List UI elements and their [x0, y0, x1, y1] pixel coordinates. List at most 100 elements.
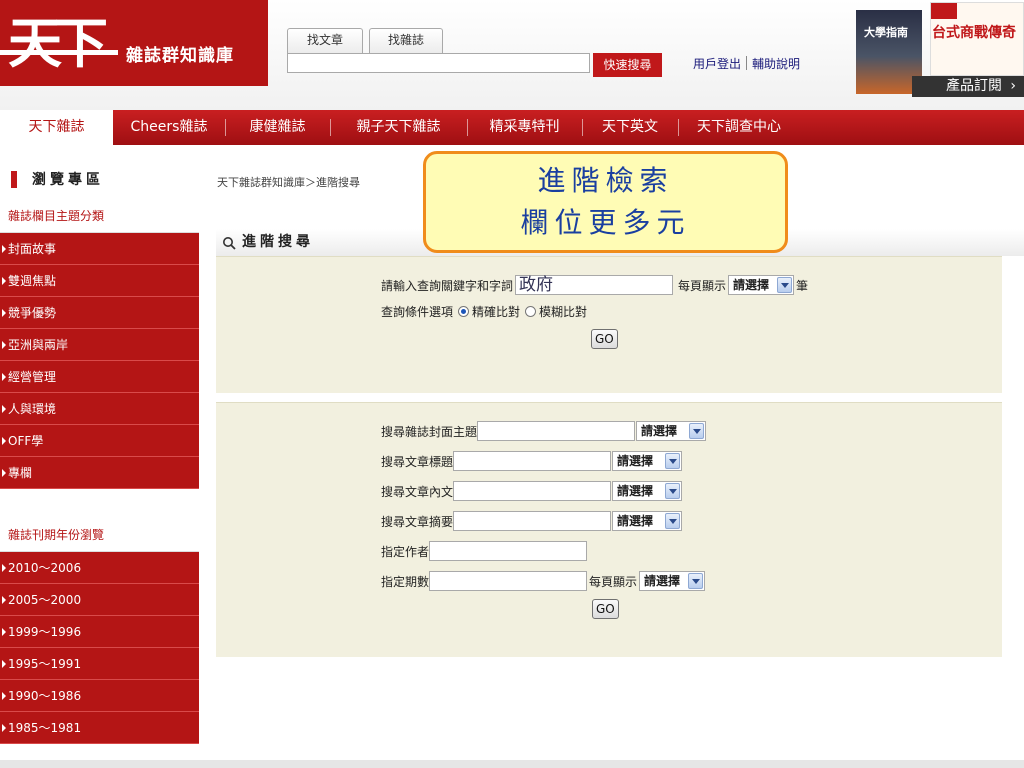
nav-item-survey[interactable]: 天下調查中心: [678, 110, 800, 145]
tab-find-article[interactable]: 找文章: [287, 28, 363, 53]
user-links: 用戶登出 輔助說明: [693, 56, 800, 72]
article-title-label: 搜尋文章標題: [381, 454, 454, 469]
nav-item-english[interactable]: 天下英文: [582, 110, 678, 145]
chevron-down-icon: [777, 277, 793, 293]
per-page-select-value: 請選擇: [644, 574, 681, 588]
fuzzy-match-label: 模糊比對: [539, 305, 588, 319]
article-summary-row: 搜尋文章摘要 請選擇: [381, 511, 683, 531]
per-page-label: 每頁顯示: [589, 574, 638, 589]
article-title-input[interactable]: [453, 451, 612, 471]
nav-item-special[interactable]: 精采專特刊: [467, 110, 582, 145]
condition-label: 查詢條件選項: [381, 305, 454, 319]
keyword-label: 請輸入查詢關鍵字和字詞: [381, 278, 514, 293]
article-body-select[interactable]: 請選擇: [612, 481, 683, 501]
nav-item-cheers[interactable]: Cheers雜誌: [113, 110, 225, 145]
article-summary-input[interactable]: [453, 511, 612, 531]
exact-match-label: 精確比對: [472, 305, 521, 319]
per-page-select[interactable]: 請選擇: [728, 275, 795, 295]
cover-topic-row: 搜尋雜誌封面主題 請選擇: [381, 421, 707, 441]
per-page-select[interactable]: 請選擇: [639, 571, 706, 591]
article-summary-label: 搜尋文章摘要: [381, 514, 454, 529]
per-page-unit: 筆: [796, 278, 809, 293]
sidebar-section-years: 雜誌刊期年份瀏覽: [0, 519, 199, 552]
chevron-down-icon: [665, 483, 681, 499]
promo-banner[interactable]: 大學指南 台式商戰傳奇 產品訂閱: [852, 0, 1024, 97]
article-body-select-value: 請選擇: [617, 484, 654, 498]
article-summary-select[interactable]: 請選擇: [612, 511, 683, 531]
sidebar-item-people-environment[interactable]: 人與環境: [0, 393, 199, 425]
sidebar-item-year-range[interactable]: 1990～1986: [0, 680, 199, 712]
field-search-panel: 搜尋雜誌封面主題 請選擇 搜尋文章標題 請選擇 搜尋文章內文 請選擇 搜尋文章摘…: [216, 402, 1002, 657]
author-input[interactable]: [429, 541, 588, 561]
go-row: GO: [592, 599, 619, 619]
footer-divider: [0, 760, 1024, 768]
cover-topic-select[interactable]: 請選擇: [636, 421, 707, 441]
link-divider: [746, 56, 748, 70]
chevron-down-icon: [689, 423, 705, 439]
sidebar-item-year-range[interactable]: 2005～2000: [0, 584, 199, 616]
search-input[interactable]: [287, 53, 590, 73]
callout-line: 進階檢索: [537, 164, 674, 197]
nav-item-parenting[interactable]: 親子天下雜誌: [330, 110, 467, 145]
cover-topic-select-value: 請選擇: [641, 424, 678, 438]
issue-input[interactable]: [429, 571, 588, 591]
article-title-row: 搜尋文章標題 請選擇: [381, 451, 683, 471]
main-nav: 天下雜誌 Cheers雜誌 康健雜誌 親子天下雜誌 精采專特刊 天下英文 天下調…: [0, 110, 1024, 145]
sidebar-section-topics: 雜誌欄目主題分類: [0, 200, 199, 233]
exact-match-radio[interactable]: [458, 306, 470, 317]
author-label: 指定作者: [381, 544, 430, 559]
sidebar-item-asia-cross-strait[interactable]: 亞洲與兩岸: [0, 329, 199, 361]
nav-item-health[interactable]: 康健雜誌: [225, 110, 330, 145]
search-icon: [223, 237, 236, 250]
sidebar-item-management[interactable]: 經營管理: [0, 361, 199, 393]
site-logo[interactable]: 天下 雜誌群知識庫: [0, 0, 268, 86]
tab-find-magazine[interactable]: 找雜誌: [369, 28, 443, 53]
article-body-row: 搜尋文章內文 請選擇: [381, 481, 683, 501]
issue-label: 指定期數: [381, 574, 430, 589]
go-button[interactable]: GO: [591, 329, 618, 349]
sidebar-item-year-range[interactable]: 2010～2006: [0, 552, 199, 584]
article-body-label: 搜尋文章內文: [381, 484, 454, 499]
article-title-select-value: 請選擇: [617, 454, 654, 468]
cover-topic-input[interactable]: [477, 421, 636, 441]
breadcrumb: 天下雜誌群知識庫＞進階搜尋: [217, 176, 360, 189]
issue-row: 指定期數 每頁顯示 請選擇: [381, 571, 706, 591]
quick-search-button[interactable]: 快速搜尋: [593, 53, 662, 77]
article-title-select[interactable]: 請選擇: [612, 451, 683, 471]
subscribe-button[interactable]: 產品訂閱: [912, 76, 1024, 97]
cover-topic-label: 搜尋雜誌封面主題: [381, 424, 478, 439]
fuzzy-match-radio[interactable]: [525, 306, 537, 317]
sidebar-item-biweekly-focus[interactable]: 雙週焦點: [0, 265, 199, 297]
advanced-search-title: 進階搜尋: [242, 234, 314, 250]
sidebar-item-year-range[interactable]: 1999～1996: [0, 616, 199, 648]
promo-cover-text: 台式商戰傳奇: [932, 25, 1016, 41]
condition-row: 查詢條件選項 精確比對 模糊比對: [381, 303, 587, 320]
go-button[interactable]: GO: [592, 599, 619, 619]
chevron-down-icon: [665, 453, 681, 469]
callout-line: 欄位更多元: [520, 206, 691, 239]
logo-mark: 天下: [0, 6, 118, 80]
sidebar-item-year-range[interactable]: 1985～1981: [0, 712, 199, 744]
sidebar-item-off[interactable]: OFF學: [0, 425, 199, 457]
keyword-row: 請輸入查詢關鍵字和字詞 政府 每頁顯示 請選擇 筆: [381, 275, 808, 295]
sidebar-item-cover-story[interactable]: 封面故事: [0, 233, 199, 265]
sidebar-item-year-range[interactable]: 1995～1991: [0, 648, 199, 680]
article-body-input[interactable]: [453, 481, 612, 501]
keyword-input[interactable]: 政府: [515, 275, 674, 295]
go-row: GO: [591, 329, 618, 349]
sidebar-spacer: [0, 489, 199, 519]
logo-text: 雜誌群知識庫: [112, 44, 248, 68]
sidebar-item-column[interactable]: 專欄: [0, 457, 199, 489]
callout-box: 進階檢索 欄位更多元: [423, 151, 788, 253]
author-row: 指定作者: [381, 541, 588, 561]
promo-cover-text: 大學指南: [864, 26, 908, 39]
site-header: 天下 雜誌群知識庫 找文章 找雜誌 快速搜尋 用戶登出 輔助說明 大學指南 台式商…: [0, 0, 1024, 110]
nav-item-commonwealth[interactable]: 天下雜誌: [0, 110, 113, 145]
keyword-search-panel: 請輸入查詢關鍵字和字詞 政府 每頁顯示 請選擇 筆 查詢條件選項 精確比對 模糊…: [216, 256, 1002, 393]
logout-link[interactable]: 用戶登出: [693, 57, 741, 71]
sidebar-item-competitive-edge[interactable]: 競爭優勢: [0, 297, 199, 329]
chevron-down-icon: [688, 573, 704, 589]
per-page-label: 每頁顯示: [678, 278, 727, 293]
sidebar-title: 瀏覽專區: [0, 160, 199, 200]
help-link[interactable]: 輔助說明: [752, 57, 800, 71]
